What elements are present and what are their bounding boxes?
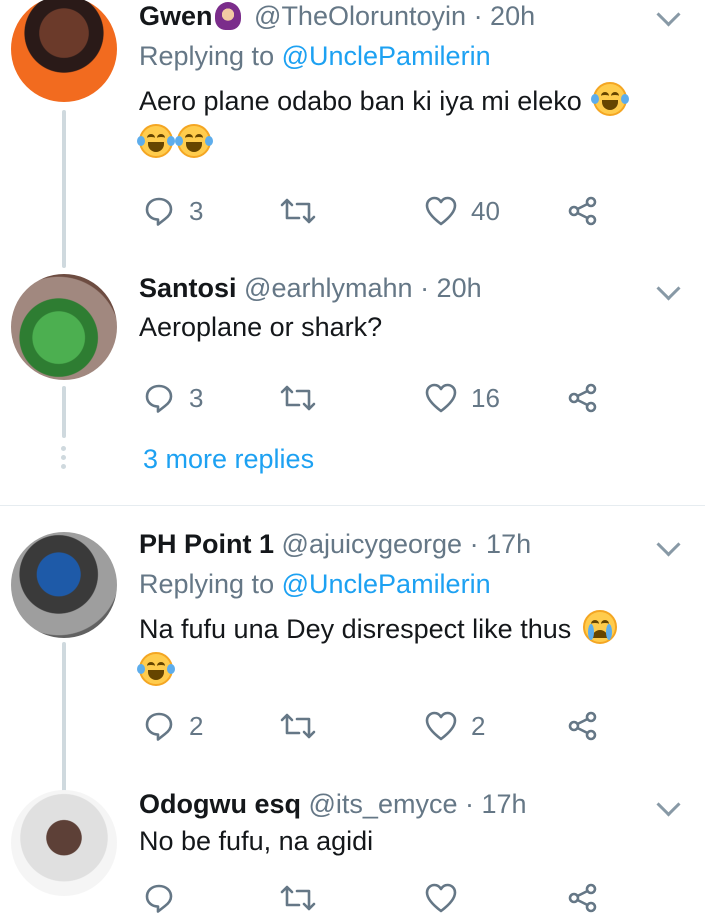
reply-count: 2: [189, 710, 204, 741]
user-handle[interactable]: @its_emyce: [309, 789, 458, 819]
reply-count: 3: [189, 382, 204, 413]
user-handle[interactable]: @TheOloruntoyin: [254, 1, 466, 31]
tweet-text: Aero plane odabo ban ki iya mi eleko: [137, 80, 679, 164]
tweet-text-content: No be fufu, na agidi: [139, 826, 374, 856]
tweet-header: Santosi @earhlymahn · 20h: [139, 272, 482, 304]
retweet-button[interactable]: [279, 191, 331, 231]
like-button[interactable]: 2: [425, 706, 485, 746]
thread-dots: [61, 446, 66, 473]
tweet-santosi[interactable]: Santosi @earhlymahn · 20h Aeroplane or s…: [0, 268, 705, 493]
like-count: 40: [471, 195, 500, 226]
tweet-ph-point-1[interactable]: PH Point 1 @ajuicygeorge · 17h Replying …: [0, 506, 705, 792]
like-count: 2: [471, 710, 486, 741]
avatar[interactable]: [11, 790, 117, 896]
reply-button[interactable]: 3: [143, 378, 203, 418]
reply-icon: [145, 197, 173, 226]
mention-link[interactable]: @UnclePamilerin: [282, 569, 491, 599]
reply-icon: [145, 712, 173, 741]
tweet-odogwu-esq[interactable]: Odogwu esq @its_emyce · 17h No be fufu, …: [0, 786, 705, 913]
tweet-actions: [139, 878, 659, 918]
chevron-down-icon[interactable]: [656, 2, 681, 27]
tweet-text: No be fufu, na agidi: [139, 820, 679, 862]
tweet-actions: 3 40: [139, 191, 659, 231]
reply-icon: [145, 884, 173, 913]
like-icon: [425, 711, 457, 741]
replying-label: Replying to: [139, 569, 275, 599]
emoji-laughing-icon: [137, 124, 175, 158]
thread-line: [62, 110, 66, 268]
share-icon: [568, 711, 597, 741]
chevron-down-icon[interactable]: [656, 276, 681, 301]
user-handle[interactable]: @ajuicygeorge: [282, 529, 463, 559]
tweet-text-content: Na fufu una Dey disrespect like thus: [139, 614, 572, 644]
retweet-icon: [280, 885, 316, 911]
share-button[interactable]: [567, 706, 599, 746]
tweet-text: Na fufu una Dey disrespect like thus: [137, 608, 679, 692]
like-button[interactable]: [425, 878, 471, 918]
more-replies-link[interactable]: 3 more replies: [143, 444, 314, 475]
display-name[interactable]: Gwen: [139, 1, 213, 31]
tweet-actions: 2 2: [139, 706, 659, 746]
tweet-actions: 3 16: [139, 378, 659, 418]
tweet-gwen[interactable]: Gwen @TheOloruntoyin · 20h Replying to @…: [0, 0, 705, 268]
share-button[interactable]: [567, 378, 599, 418]
retweet-button[interactable]: [279, 878, 331, 918]
timestamp[interactable]: · 17h: [465, 789, 527, 819]
display-name[interactable]: Odogwu esq: [139, 789, 301, 819]
share-icon: [568, 883, 597, 913]
emoji-laughing-icon: [591, 82, 630, 116]
emoji-hijab-icon: [214, 2, 241, 30]
like-icon: [425, 196, 457, 226]
retweet-icon: [280, 198, 316, 224]
like-count: 16: [471, 382, 500, 413]
tweet-header: PH Point 1 @ajuicygeorge · 17h: [139, 528, 531, 560]
display-name[interactable]: PH Point 1: [139, 529, 274, 559]
share-icon: [568, 383, 597, 413]
retweet-icon: [280, 385, 316, 411]
reply-button[interactable]: 3: [143, 191, 203, 231]
chevron-down-icon[interactable]: [656, 532, 681, 557]
like-button[interactable]: 40: [425, 191, 500, 231]
display-name[interactable]: Santosi: [139, 273, 237, 303]
tweet-header: Gwen @TheOloruntoyin · 20h: [139, 0, 535, 32]
like-button[interactable]: 16: [425, 378, 500, 418]
emoji-laughing-icon: [175, 124, 213, 158]
reply-button[interactable]: [143, 878, 189, 918]
tweet-text: Aeroplane or shark?: [139, 306, 679, 348]
tweet-text-content: Aeroplane or shark?: [139, 312, 383, 342]
replying-to: Replying to @UnclePamilerin: [139, 40, 491, 72]
avatar[interactable]: [11, 274, 117, 380]
chevron-down-icon[interactable]: [656, 792, 681, 817]
like-icon: [425, 883, 457, 913]
reply-icon: [145, 384, 173, 413]
replying-label: Replying to: [139, 41, 275, 71]
tweet-header: Odogwu esq @its_emyce · 17h: [139, 788, 527, 820]
timestamp[interactable]: · 20h: [474, 1, 536, 31]
thread-line: [62, 386, 66, 438]
share-icon: [568, 196, 597, 226]
share-button[interactable]: [567, 191, 599, 231]
timestamp[interactable]: · 20h: [420, 273, 482, 303]
avatar[interactable]: [11, 532, 117, 638]
thread-line: [62, 642, 66, 792]
emoji-laughing-icon: [137, 652, 175, 686]
mention-link[interactable]: @UnclePamilerin: [282, 41, 491, 71]
retweet-button[interactable]: [279, 706, 331, 746]
tweet-text-content: Aero plane odabo ban ki iya mi eleko: [139, 86, 582, 116]
like-icon: [425, 383, 457, 413]
share-button[interactable]: [567, 878, 599, 918]
user-handle[interactable]: @earhlymahn: [244, 273, 413, 303]
retweet-icon: [280, 713, 316, 739]
reply-count: 3: [189, 195, 204, 226]
emoji-crying-icon: [582, 610, 617, 644]
replying-to: Replying to @UnclePamilerin: [139, 568, 491, 600]
timestamp[interactable]: · 17h: [470, 529, 532, 559]
retweet-button[interactable]: [279, 378, 331, 418]
reply-button[interactable]: 2: [143, 706, 203, 746]
avatar[interactable]: [11, 0, 117, 102]
